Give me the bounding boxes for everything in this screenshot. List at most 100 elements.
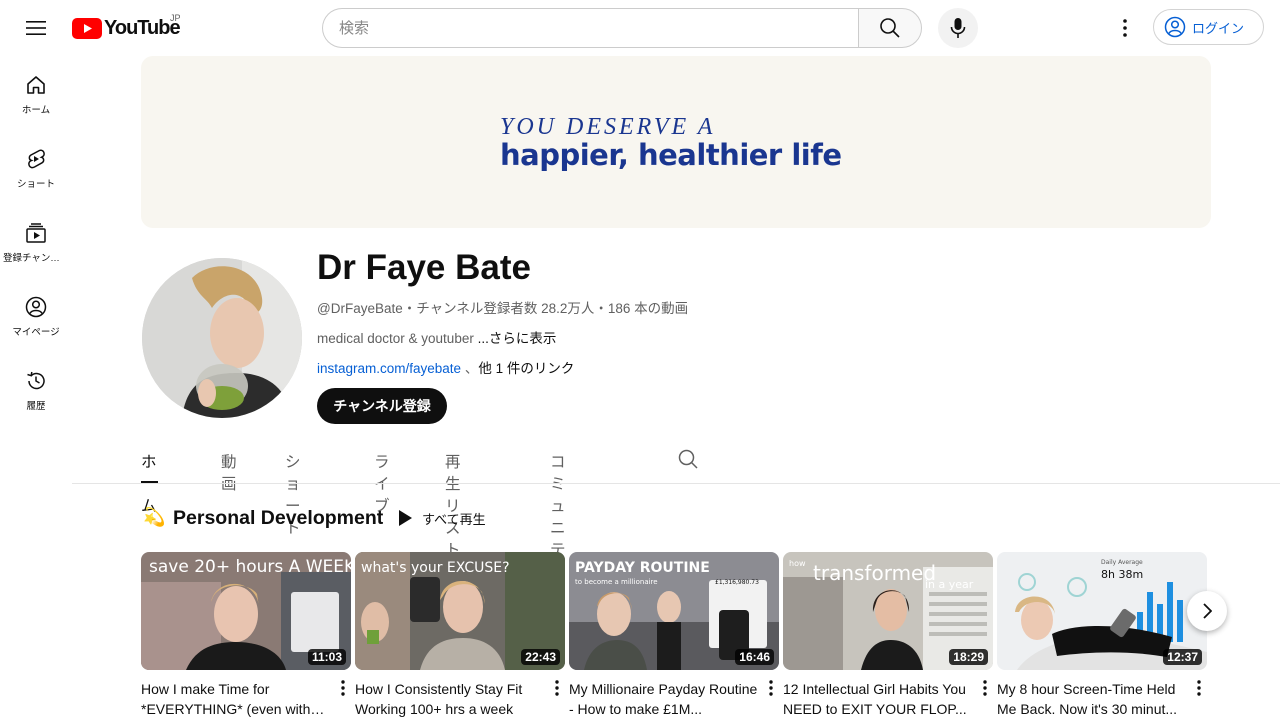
sidebar-item-label: 履歴 — [26, 401, 46, 412]
section-emoji: 💫 — [143, 507, 166, 527]
section-title[interactable]: Personal Development — [173, 507, 383, 530]
search-icon — [880, 18, 900, 38]
show-more-link[interactable]: ...さらに表示 — [478, 331, 557, 346]
video-duration: 22:43 — [521, 649, 560, 665]
subscriptions-icon — [26, 223, 46, 243]
thumb-text: 8h 38m — [1101, 568, 1143, 581]
thumb-text: transformed — [813, 561, 936, 585]
instagram-link[interactable]: instagram.com/fayebate — [317, 361, 461, 376]
logo-text: YouTube — [104, 17, 181, 39]
vertical-dots-icon — [769, 680, 773, 696]
vertical-dots-icon — [1123, 19, 1127, 37]
settings-more-button[interactable] — [1105, 8, 1145, 48]
video-duration: 18:29 — [949, 649, 988, 665]
video-card[interactable]: how transformed in a year 18:29 12 Intel… — [783, 552, 993, 719]
video-thumbnail[interactable]: how transformed in a year 18:29 — [783, 552, 993, 670]
thumb-text: save 20+ hours A WEEK — [149, 557, 351, 577]
channel-name: Dr Faye Bate — [317, 248, 531, 287]
history-icon — [27, 371, 45, 390]
tabs-divider — [72, 483, 1280, 484]
avatar-image — [142, 258, 302, 418]
play-icon — [399, 510, 412, 526]
sidebar-item-you[interactable]: マイページ — [0, 278, 72, 352]
play-all-label: すべて再生 — [422, 511, 486, 527]
tab-videos[interactable]: 動画 — [221, 436, 238, 493]
video-title[interactable]: 12 Intellectual Girl Habits You NEED to … — [783, 679, 975, 719]
account-circle-icon — [1164, 16, 1186, 38]
sidebar-item-label: マイページ — [12, 327, 60, 338]
sidebar-item-label: ショート — [16, 179, 55, 190]
video-duration: 12:37 — [1163, 649, 1202, 665]
video-menu-button[interactable] — [549, 676, 565, 700]
subscribe-button[interactable]: チャンネル登録 — [317, 388, 447, 424]
video-duration: 11:03 — [307, 649, 346, 665]
vertical-dots-icon — [341, 680, 345, 696]
video-thumbnail[interactable]: what's your EXCUSE? 22:43 — [355, 552, 565, 670]
shorts-icon — [28, 149, 45, 169]
link-separator: 、 — [461, 361, 479, 376]
sidebar-item-label: 登録チャンネル — [3, 253, 69, 264]
login-button[interactable]: ログイン — [1153, 9, 1264, 45]
search-icon — [678, 449, 698, 469]
thumb-text: what's your EXCUSE? — [361, 560, 510, 576]
shelf-next-button[interactable] — [1187, 591, 1227, 631]
video-thumbnail[interactable]: save 20+ hours A WEEK 11:03 — [141, 552, 351, 670]
video-menu-button[interactable] — [1191, 676, 1207, 700]
sidebar: ホーム ショート 登録チャンネル マイページ 履歴 — [0, 56, 72, 426]
channel-avatar[interactable] — [142, 258, 302, 418]
video-card[interactable]: save 20+ hours A WEEK 11:03 How I make T… — [141, 552, 351, 719]
banner-tagline: YOU DESERVE A — [500, 114, 716, 140]
other-links[interactable]: 他 1 件のリンク — [478, 361, 574, 376]
video-thumbnail[interactable]: PAYDAY ROUTINE to become a millionaire £… — [569, 552, 779, 670]
tab-home[interactable]: ホーム — [141, 436, 158, 515]
top-header: YouTube JP ログイン — [0, 0, 1280, 56]
tab-playlists[interactable]: 再生リスト — [445, 436, 462, 559]
video-card[interactable]: Daily Average 8h 38m 12:37 My 8 hour Scr… — [997, 552, 1207, 719]
tab-community[interactable]: コミュニティ — [550, 436, 567, 581]
sidebar-item-label: ホーム — [21, 105, 51, 116]
vertical-dots-icon — [983, 680, 987, 696]
sidebar-item-shorts[interactable]: ショート — [0, 130, 72, 204]
region-code: JP — [170, 13, 181, 23]
channel-banner: YOU DESERVE A happier, healthier life — [141, 56, 1211, 228]
sidebar-item-subscriptions[interactable]: 登録チャンネル — [0, 204, 72, 278]
thumb-subtext: in a year — [925, 578, 974, 591]
video-menu-button[interactable] — [763, 676, 779, 700]
sidebar-item-history[interactable]: 履歴 — [0, 352, 72, 426]
thumb-amount: £1,316,980.73 — [715, 579, 759, 586]
channel-description[interactable]: medical doctor & youtuber ...さらに表示 — [317, 327, 556, 347]
search-button[interactable] — [858, 8, 922, 48]
video-thumbnail[interactable]: Daily Average 8h 38m 12:37 — [997, 552, 1207, 670]
menu-button[interactable] — [16, 8, 56, 48]
hamburger-menu-icon — [26, 21, 46, 35]
tab-live[interactable]: ライブ — [374, 436, 391, 515]
video-title[interactable]: How I Consistently Stay Fit Working 100+… — [355, 679, 547, 719]
thumb-text: PAYDAY ROUTINE — [575, 560, 710, 576]
microphone-icon — [950, 18, 966, 38]
youtube-play-logo-icon — [72, 18, 102, 39]
chevron-right-icon — [1203, 603, 1212, 619]
description-text: medical doctor & youtuber — [317, 331, 478, 346]
video-title[interactable]: How I make Time for *EVERYTHING* (even w… — [141, 679, 333, 719]
banner-headline: happier, healthier life — [500, 138, 842, 172]
home-icon — [27, 76, 45, 94]
video-menu-button[interactable] — [335, 676, 351, 700]
video-title[interactable]: My 8 hour Screen-Time Held Me Back. Now … — [997, 679, 1189, 719]
youtube-logo[interactable]: YouTube JP — [72, 13, 181, 40]
video-card[interactable]: PAYDAY ROUTINE to become a millionaire £… — [569, 552, 779, 719]
channel-search-button[interactable] — [678, 449, 698, 474]
tab-shorts[interactable]: ショート — [285, 436, 302, 537]
channel-meta: @DrFayeBate・チャンネル登録者数 28.2万人・186 本の動画 — [317, 301, 689, 316]
thumb-subtext: Daily Average — [1101, 559, 1143, 566]
video-card[interactable]: what's your EXCUSE? 22:43 How I Consiste… — [355, 552, 565, 719]
sidebar-item-home[interactable]: ホーム — [0, 56, 72, 130]
account-icon — [25, 296, 47, 318]
play-all-button[interactable]: すべて再生 — [398, 505, 486, 531]
vertical-dots-icon — [1197, 680, 1201, 696]
thumb-subtext: to become a millionaire — [575, 578, 658, 586]
search-input[interactable] — [322, 8, 859, 48]
video-menu-button[interactable] — [977, 676, 993, 700]
voice-search-button[interactable] — [938, 8, 978, 48]
video-title[interactable]: My Millionaire Payday Routine - How to m… — [569, 679, 761, 719]
login-label: ログイン — [1192, 20, 1245, 36]
